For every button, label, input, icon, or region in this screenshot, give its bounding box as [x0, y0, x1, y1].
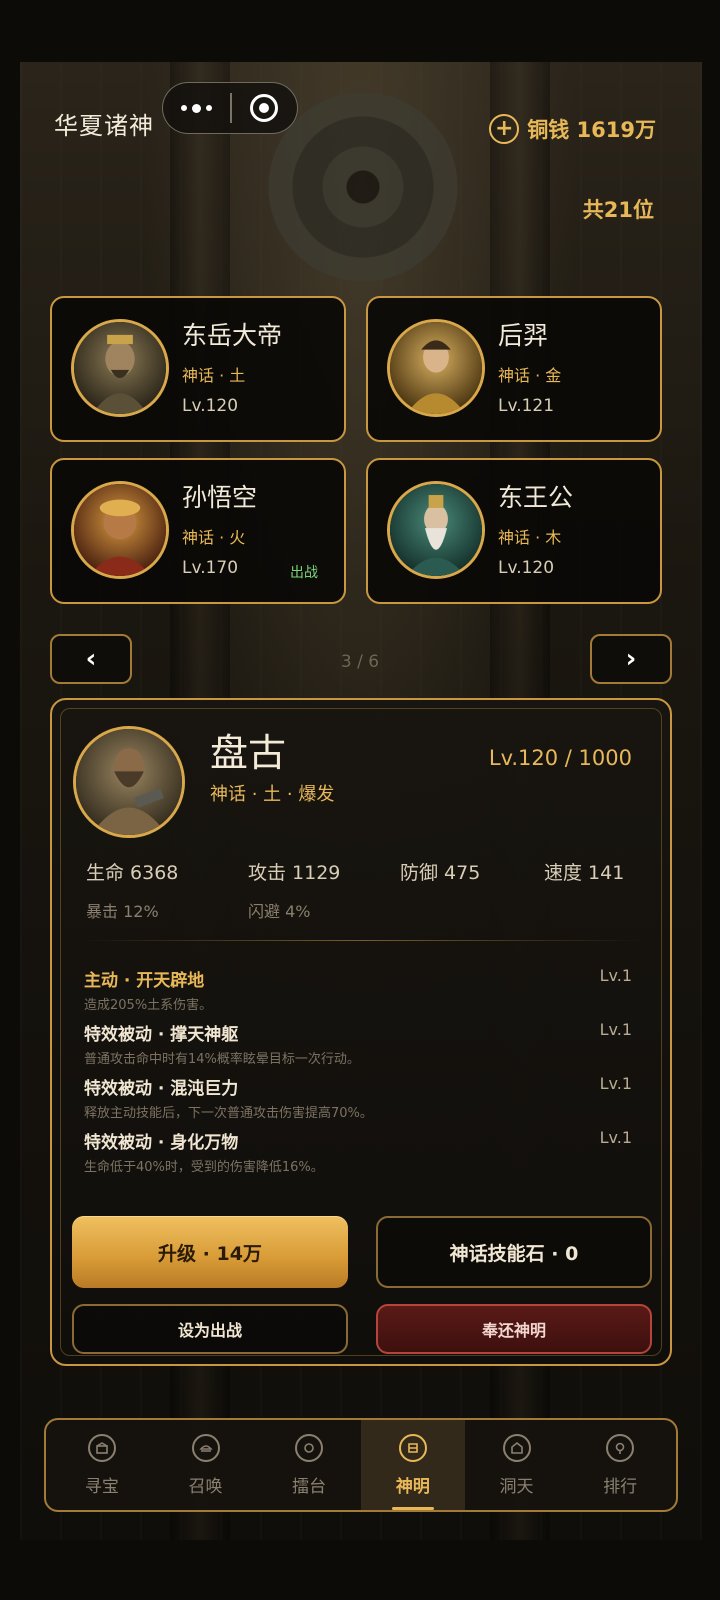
tab-label: 神明	[395, 1476, 430, 1497]
deity-detail-panel: 盘古 神话 · 土 · 爆发 Lv.120 / 1000 生命 6368 攻击 …	[50, 698, 672, 1366]
skill-level: Lv.1	[599, 1020, 632, 1039]
tab-label: 召唤	[188, 1476, 223, 1497]
deity-card[interactable]: 东岳大帝 神话 · 土 Lv.120	[50, 296, 346, 442]
treasure-icon	[87, 1433, 116, 1462]
detail-level: Lv.120 / 1000	[488, 746, 632, 770]
page-title: 华夏诸神	[54, 112, 154, 140]
return-deity-button[interactable]: 奉还神明	[376, 1304, 652, 1354]
stat-attack: 攻击 1129	[248, 862, 341, 884]
next-page-button[interactable]: ›	[590, 634, 672, 684]
bottom-tab-bar: 寻宝 召唤 擂台 神明 洞天 排行	[44, 1418, 678, 1512]
deity-level: Lv.170	[182, 558, 239, 578]
skill-level: Lv.1	[599, 966, 632, 985]
deity-name: 东岳大帝	[182, 321, 283, 350]
arena-icon	[295, 1433, 324, 1462]
tab-deities[interactable]: 神明	[361, 1420, 465, 1510]
deity-tags: 神话 · 木	[498, 528, 562, 547]
deity-name: 东王公	[498, 483, 574, 512]
tab-label: 擂台	[292, 1476, 327, 1497]
deity-level: Lv.121	[498, 396, 555, 416]
coins-display[interactable]: + 铜钱 1619万	[489, 114, 656, 144]
skill-level: Lv.1	[599, 1128, 632, 1147]
tab-summon[interactable]: 召唤	[154, 1420, 258, 1510]
close-target-icon[interactable]	[232, 94, 297, 122]
detail-tags: 神话 · 土 · 爆发	[210, 784, 335, 805]
deity-name: 后羿	[498, 321, 549, 350]
cave-icon	[502, 1433, 531, 1462]
deity-tags: 神话 · 火	[182, 528, 246, 547]
deity-portrait	[387, 481, 485, 579]
deity-portrait	[71, 481, 169, 579]
skill-level: Lv.1	[599, 1074, 632, 1093]
upgrade-button[interactable]: 升级 · 14万	[72, 1216, 348, 1288]
miniprogram-capsule[interactable]	[162, 82, 298, 134]
stat-defense: 防御 475	[400, 862, 481, 884]
deity-name: 孙悟空	[182, 483, 258, 512]
summon-icon	[191, 1433, 220, 1462]
deity-portrait	[387, 319, 485, 417]
detail-name: 盘古	[210, 731, 287, 775]
set-deploy-button[interactable]: 设为出战	[72, 1304, 348, 1354]
tab-label: 排行	[603, 1476, 638, 1497]
divider	[84, 940, 642, 941]
deity-level: Lv.120	[182, 396, 239, 416]
skill-description: 释放主动技能后，下一次普通攻击伤害提高70%。	[84, 1106, 373, 1121]
skill-description: 普通攻击命中时有14%概率眩晕目标一次行动。	[84, 1052, 360, 1067]
detail-portrait	[73, 726, 185, 838]
ranking-icon	[606, 1433, 635, 1462]
skill-title: 特效被动 · 混沌巨力	[84, 1079, 239, 1099]
deity-tags: 神话 · 金	[498, 366, 562, 385]
skill-description: 造成205%土系伤害。	[84, 998, 213, 1013]
stat-crit: 暴击 12%	[86, 902, 159, 921]
tab-cave[interactable]: 洞天	[465, 1420, 569, 1510]
tab-treasure[interactable]: 寻宝	[50, 1420, 154, 1510]
deity-count: 共21位	[582, 198, 654, 222]
deity-portrait	[71, 319, 169, 417]
skill-description: 生命低于40%时，受到的伤害降低16%。	[84, 1160, 324, 1175]
deity-card[interactable]: 后羿 神话 · 金 Lv.121	[366, 296, 662, 442]
skill-title: 特效被动 · 身化万物	[84, 1133, 239, 1153]
more-icon[interactable]	[163, 103, 230, 113]
tab-ranking[interactable]: 排行	[568, 1420, 672, 1510]
deity-level: Lv.120	[498, 558, 555, 578]
plus-icon[interactable]: +	[489, 114, 520, 144]
stat-hp: 生命 6368	[86, 862, 179, 884]
deity-card[interactable]: 东王公 神话 · 木 Lv.120	[366, 458, 662, 604]
deity-tags: 神话 · 土	[182, 366, 246, 385]
coins-label: 铜钱 1619万	[527, 118, 656, 142]
deity-card[interactable]: 孙悟空 神话 · 火 Lv.170 出战	[50, 458, 346, 604]
tab-arena[interactable]: 擂台	[257, 1420, 361, 1510]
tab-label: 洞天	[499, 1476, 534, 1497]
deities-icon	[398, 1433, 427, 1462]
skill-title: 特效被动 · 撑天神躯	[84, 1025, 239, 1045]
stat-speed: 速度 141	[544, 862, 625, 884]
deploy-badge: 出战	[290, 565, 318, 581]
stat-dodge: 闪避 4%	[248, 902, 311, 921]
tab-label: 寻宝	[84, 1476, 119, 1497]
skill-title: 主动 · 开天辟地	[84, 971, 205, 991]
skill-stone-button[interactable]: 神话技能石 · 0	[376, 1216, 652, 1288]
